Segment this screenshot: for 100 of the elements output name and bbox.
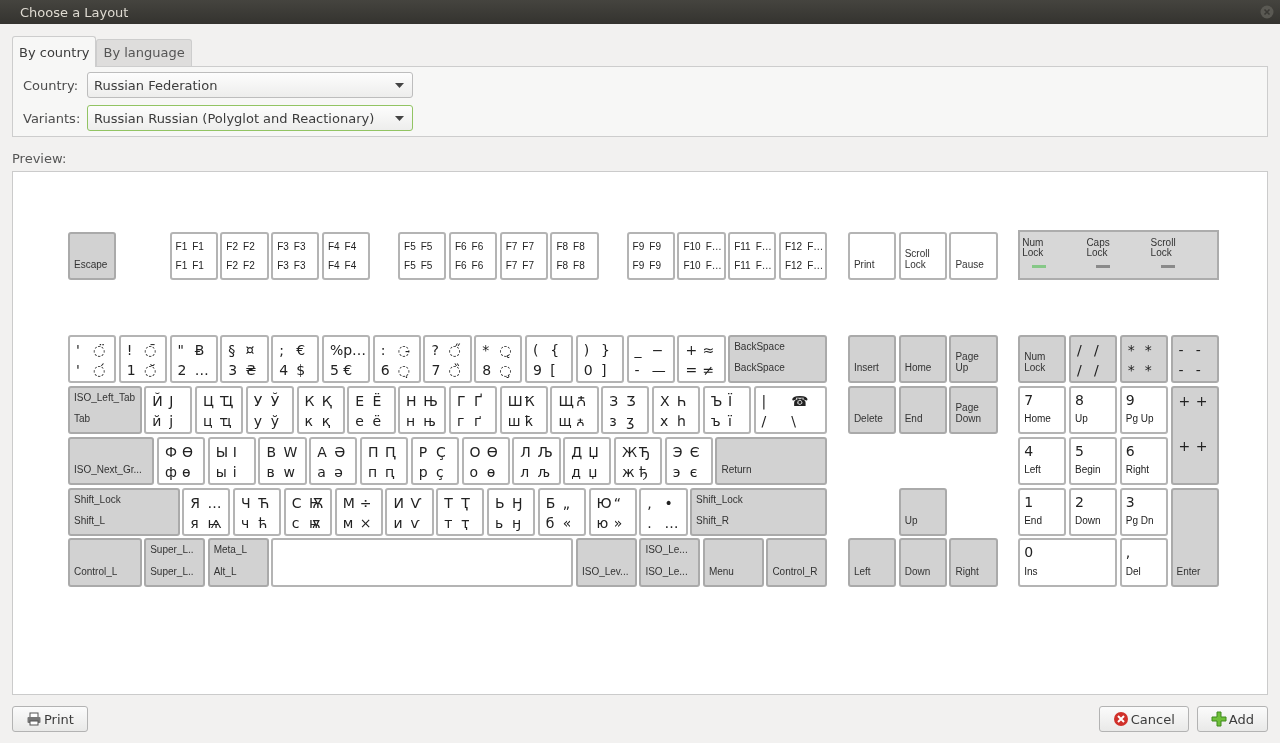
key-legend: F… bbox=[807, 259, 824, 274]
key-legend: ! bbox=[126, 341, 133, 360]
key-legend: 6 bbox=[380, 361, 390, 380]
key-legend: Һ bbox=[677, 391, 687, 410]
key-legend: ә bbox=[334, 462, 343, 481]
key-legend: д bbox=[571, 462, 581, 481]
key-legend: Ї bbox=[727, 391, 732, 410]
key-legend: ISO_Le... bbox=[645, 544, 688, 556]
key-legend: Print bbox=[853, 259, 875, 271]
key-legend: , bbox=[1125, 543, 1131, 562]
key-legend: F6 bbox=[454, 240, 467, 254]
key-legend: 7 bbox=[431, 361, 441, 380]
key-legend: 3 bbox=[1125, 492, 1135, 511]
key-legend: Enter bbox=[1176, 565, 1201, 577]
key-legend: қ bbox=[321, 412, 331, 431]
key-legend: Д bbox=[571, 442, 583, 461]
key-legend: / bbox=[1076, 361, 1082, 380]
key-legend: / bbox=[1076, 341, 1082, 360]
key-legend: Ꙉ bbox=[575, 391, 586, 410]
key-legend: ◌̆ bbox=[143, 361, 157, 380]
key-legend: Pg Dn bbox=[1125, 514, 1154, 527]
key-legend: + bbox=[1178, 437, 1191, 456]
key-legend: 3 bbox=[228, 361, 238, 380]
key-legend: / bbox=[1094, 361, 1099, 380]
key-legend: w bbox=[283, 462, 295, 481]
key-legend: Ћ bbox=[258, 493, 270, 512]
key-legend: * bbox=[1127, 341, 1135, 360]
key-legend: ◌̣ bbox=[397, 361, 410, 380]
key-legend: Ь bbox=[494, 493, 505, 512]
key-legend: Tab bbox=[74, 413, 91, 425]
key-legend: F… bbox=[705, 240, 722, 254]
key-legend: Н bbox=[406, 391, 417, 410]
key-legend: Shift_Lock bbox=[74, 493, 121, 505]
key-legend: F10 bbox=[683, 240, 701, 254]
key-legend: F2 bbox=[243, 240, 255, 254]
indicator-label: Caps Lock bbox=[1086, 238, 1110, 258]
key-legend: ₴ bbox=[245, 361, 257, 380]
key-legend: є bbox=[689, 462, 698, 481]
key-legend: € bbox=[343, 361, 353, 380]
key-legend: ԥ bbox=[385, 462, 395, 481]
key-legend: Alt_L bbox=[213, 565, 237, 577]
key-legend: Е bbox=[355, 391, 365, 410]
plus-icon bbox=[1210, 711, 1227, 727]
key-legend: х bbox=[660, 412, 669, 431]
dropdown[interactable]: Russian Russian (Polyglot and Reactionary) bbox=[87, 105, 413, 131]
tab[interactable]: By language bbox=[96, 39, 192, 66]
key-legend: } bbox=[600, 341, 610, 360]
key-legend: Page Down bbox=[955, 402, 981, 425]
key-legend: Home bbox=[904, 362, 932, 374]
section-label: Preview: bbox=[12, 151, 67, 166]
key-legend: ӈ bbox=[512, 513, 522, 532]
key-legend: Down bbox=[904, 565, 931, 577]
key-legend: ҵ bbox=[220, 412, 232, 431]
key-legend: - bbox=[1178, 341, 1184, 360]
key-legend: * bbox=[1127, 361, 1135, 380]
key-legend: ? bbox=[431, 341, 439, 360]
close-icon[interactable] bbox=[1260, 5, 1274, 19]
key-legend: љ bbox=[537, 462, 551, 481]
key-legend: F12 bbox=[784, 240, 803, 254]
key-legend: ю bbox=[596, 513, 609, 532]
key-legend: Ґ bbox=[473, 391, 483, 410]
key-legend: » bbox=[613, 513, 623, 532]
key-legend: Control_R bbox=[772, 565, 818, 577]
key-legend: Page Up bbox=[955, 351, 979, 374]
key-legend: 4 bbox=[279, 361, 289, 380]
key-legend: в bbox=[266, 462, 275, 481]
key-legend: Щ bbox=[558, 391, 574, 410]
key-legend: й bbox=[152, 412, 162, 431]
key-legend: W bbox=[283, 442, 298, 461]
add-button[interactable]: Add bbox=[1196, 706, 1268, 732]
caret-icon bbox=[395, 82, 404, 88]
key-legend: + bbox=[1195, 437, 1208, 456]
key-legend: Ҭ bbox=[461, 493, 470, 512]
key-legend: / bbox=[761, 412, 767, 431]
key-legend: Ш bbox=[507, 391, 523, 410]
key-legend: п bbox=[368, 462, 378, 481]
dropdown[interactable]: Russian Federation bbox=[87, 72, 413, 98]
key-legend: Т bbox=[444, 493, 453, 512]
key-legend: Left bbox=[853, 565, 871, 577]
key-legend: м bbox=[342, 513, 354, 532]
key-legend: Э bbox=[672, 442, 683, 461]
key-legend: Л bbox=[520, 442, 531, 461]
key-legend: F3 bbox=[293, 259, 306, 274]
key-legend: ѩ bbox=[207, 513, 222, 532]
key-legend: F8 bbox=[573, 259, 585, 274]
key-legend: Ц bbox=[202, 391, 214, 410]
print-button[interactable]: Print bbox=[12, 706, 88, 732]
key-legend: Є bbox=[689, 442, 700, 461]
key-legend: - bbox=[1195, 361, 1201, 380]
key-legend: Pg Up bbox=[1125, 413, 1154, 426]
key-legend: F9 bbox=[649, 240, 661, 254]
key-legend: њ bbox=[423, 412, 436, 431]
cancel-button[interactable]: Cancel bbox=[1098, 706, 1189, 732]
field-label: Country: bbox=[23, 77, 80, 93]
key-legend: 6 bbox=[1125, 441, 1135, 460]
key-legend: 0 bbox=[1024, 543, 1034, 562]
key-legend: Ԥ bbox=[385, 442, 397, 461]
tab[interactable]: By country bbox=[12, 36, 97, 67]
key-legend: ꙉ bbox=[575, 412, 585, 431]
key-legend: ҭ bbox=[461, 513, 470, 532]
